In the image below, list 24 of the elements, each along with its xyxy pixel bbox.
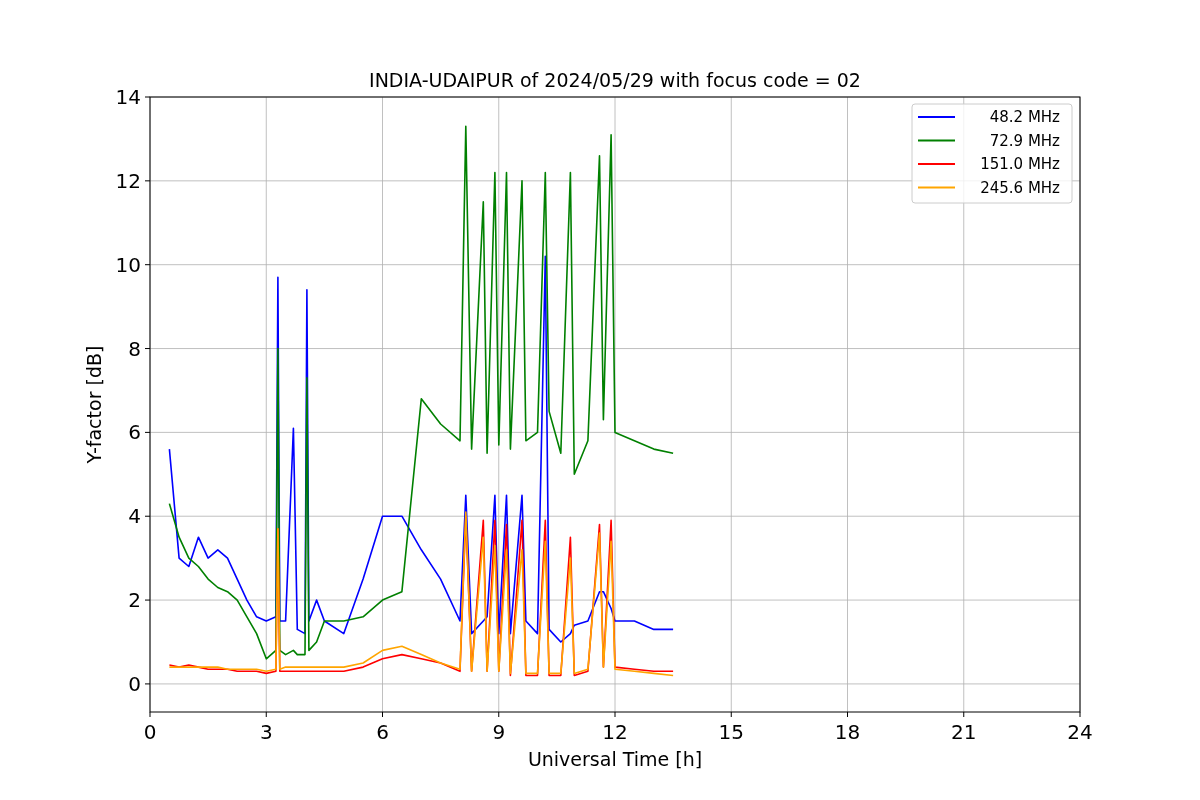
legend-label: 245.6 MHz	[980, 178, 1060, 197]
y-tick-label: 0	[128, 671, 141, 696]
x-tick-label: 21	[951, 720, 977, 744]
y-tick-label: 4	[128, 504, 141, 529]
y-tick-label: 10	[115, 252, 141, 277]
x-tick-label: 24	[1067, 720, 1093, 744]
x-tick-label: 15	[718, 720, 744, 744]
x-tick-label: 9	[492, 720, 506, 744]
y-tick-label: 6	[128, 420, 141, 445]
legend-label: 151.0 MHz	[980, 155, 1060, 173]
chart-title: INDIA-UDAIPUR of 2024/05/29 with focus code = 02	[369, 69, 861, 91]
y-tick-label: 8	[128, 336, 141, 361]
y-tick-label: 14	[115, 85, 141, 109]
legend-label: 72.9 MHz	[989, 131, 1060, 150]
x-tick-label: 12	[602, 720, 628, 744]
x-tick-label: 0	[143, 720, 157, 744]
x-tick-label: 18	[834, 720, 861, 744]
y-tick-label: 12	[115, 168, 141, 193]
y-axis-label: Y-factor [dB]	[83, 345, 105, 464]
y-tick-label: 2	[128, 588, 141, 613]
x-axis-label: Universal Time [h]	[527, 748, 703, 770]
x-tick-label: 6	[376, 720, 389, 744]
x-tick-label: 3	[259, 720, 273, 744]
legend-label: 48.2 MHz	[989, 108, 1060, 126]
